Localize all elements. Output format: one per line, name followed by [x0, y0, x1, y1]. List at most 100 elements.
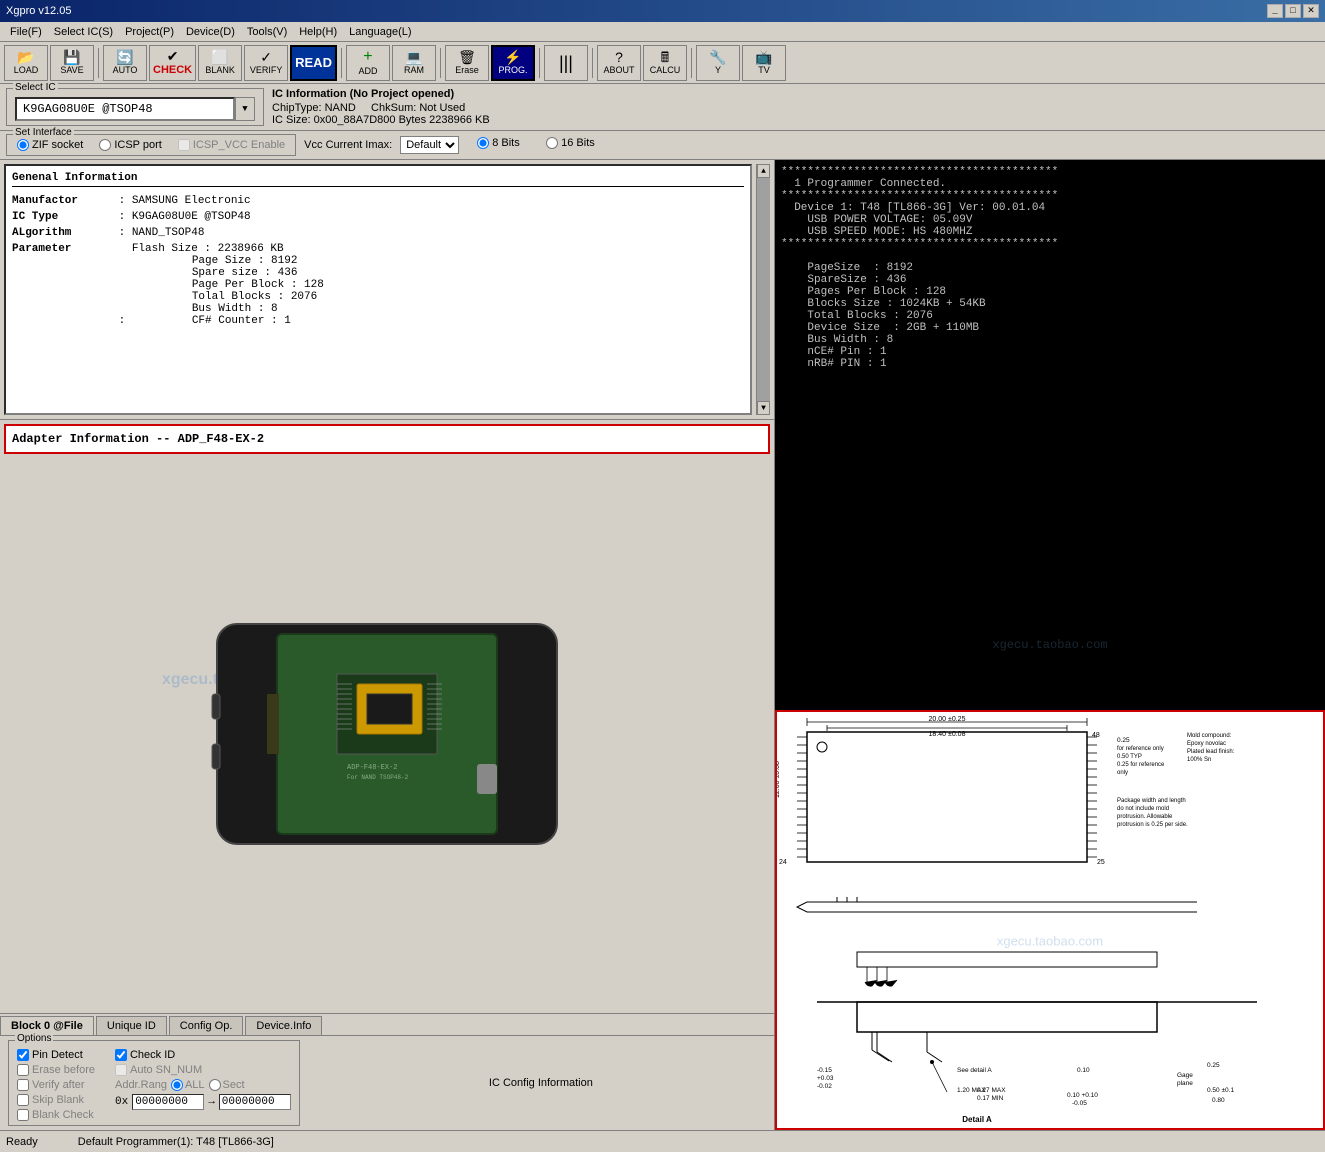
addr-all-label[interactable]: ALL [171, 1079, 205, 1091]
svg-text:for reference only: for reference only [1117, 746, 1164, 752]
verify-after-label[interactable]: Verify after [17, 1079, 95, 1091]
check-id-label[interactable]: Check ID [115, 1049, 291, 1061]
blank-button[interactable]: ⬜ BLANK [198, 45, 242, 81]
parameter-row: Parameter : Flash Size : 2238966 KB Page… [12, 243, 744, 327]
toolbar: 📂 LOAD 💾 SAVE 🔄 AUTO ✔ CHECK ⬜ BLANK ✓ V… [0, 42, 1325, 84]
app-title: Xgpro v12.05 [6, 5, 71, 17]
scroll-up[interactable]: ▲ [757, 164, 770, 178]
zif-socket-radio[interactable] [17, 139, 29, 151]
load-button[interactable]: 📂 LOAD [4, 45, 48, 81]
auto-sn-checkbox[interactable] [115, 1064, 127, 1076]
scroll-thumb[interactable] [757, 178, 770, 401]
vcc-dropdown[interactable]: Default [400, 136, 459, 154]
ic-config-label-area: IC Config Information [316, 1040, 766, 1126]
ic-info-title: IC Information (No Project opened) [272, 88, 1319, 100]
check-id-checkbox[interactable] [115, 1049, 127, 1061]
about-icon: ? [615, 50, 623, 64]
tv-button[interactable]: 📺 TV [742, 45, 786, 81]
pin-detect-checkbox[interactable] [17, 1049, 29, 1061]
16bit-radio[interactable] [546, 137, 558, 149]
svg-text:24: 24 [779, 859, 787, 866]
menu-bar: File(F) Select IC(S) Project(P) Device(D… [0, 22, 1325, 42]
tab-unique-id[interactable]: Unique ID [96, 1016, 167, 1035]
menu-project[interactable]: Project(P) [119, 24, 180, 40]
menu-file[interactable]: File(F) [4, 24, 48, 40]
icsp-vcc-label[interactable]: ICSP_VCC Enable [178, 139, 285, 151]
addr-all-radio[interactable] [171, 1079, 183, 1091]
icsp-port-radio[interactable] [99, 139, 111, 151]
diagram-svg: 20.00 ±0.25 18.40 ±0.08 48 12.00 ±0.08 [777, 712, 1325, 1130]
adapter-info-box: Adapter Information -- ADP_F48-EX-2 [4, 424, 770, 454]
svg-text:Mold compound:: Mold compound: [1187, 733, 1232, 739]
menu-select-ic[interactable]: Select IC(S) [48, 24, 119, 40]
auto-button[interactable]: 🔄 AUTO [103, 45, 147, 81]
right-pins [1087, 737, 1097, 857]
prog-button[interactable]: ⚡ PROG. [491, 45, 535, 81]
skip-blank-label[interactable]: Skip Blank [17, 1094, 95, 1106]
icsp-vcc-checkbox[interactable] [178, 139, 190, 151]
diagram-overlay: xgecu.taobao.com 20.00 ±0.25 18.40 ±0.08 [775, 710, 1325, 1130]
extra-icon: 🔧 [709, 50, 726, 64]
skip-blank-checkbox[interactable] [17, 1094, 29, 1106]
maximize-button[interactable]: □ [1285, 4, 1301, 18]
pin-detect-label[interactable]: Pin Detect [17, 1049, 95, 1061]
tab-device-info[interactable]: Device.Info [245, 1016, 322, 1035]
8bit-label[interactable]: 8 Bits [477, 137, 520, 149]
scroll-down[interactable]: ▼ [757, 401, 770, 415]
save-button[interactable]: 💾 SAVE [50, 45, 94, 81]
blank-check-checkbox[interactable] [17, 1109, 29, 1121]
ic-name-display: K9GAG08U0E @TSOP48 [15, 97, 235, 121]
tab-config-op[interactable]: Config Op. [169, 1016, 244, 1035]
icsp-port-label[interactable]: ICSP port [99, 139, 162, 151]
toolbar-separator-4 [539, 48, 540, 78]
interface-row: Set Interface ZIF socket ICSP port ICSP_… [0, 131, 1325, 160]
calcu-button[interactable]: 🖩 CALCU [643, 45, 687, 81]
toolbar-separator-3 [440, 48, 441, 78]
verify-button[interactable]: ✓ VERIFY [244, 45, 288, 81]
erase-button[interactable]: 🗑 Erase [445, 45, 489, 81]
verify-after-checkbox[interactable] [17, 1079, 29, 1091]
about-button[interactable]: ? ABOUT [597, 45, 641, 81]
ic-dropdown-arrow[interactable]: ▼ [235, 97, 255, 121]
ic-config-label: IC Config Information [489, 1077, 593, 1089]
svg-text:0.50 ±0.1: 0.50 ±0.1 [1207, 1087, 1234, 1094]
8bit-radio[interactable] [477, 137, 489, 149]
read-button[interactable]: READ [290, 45, 337, 81]
menu-help[interactable]: Help(H) [293, 24, 343, 40]
terminal-line-6: USB SPEED MODE: HS 480MHZ [781, 226, 1319, 238]
minimize-button[interactable]: _ [1267, 4, 1283, 18]
check-button[interactable]: ✔ CHECK [149, 45, 196, 81]
extra-button[interactable]: 🔧 Y [696, 45, 740, 81]
add-button[interactable]: + ADD [346, 45, 390, 81]
svg-text:protrusion. Allowable: protrusion. Allowable [1117, 814, 1173, 820]
addr-to-input[interactable] [219, 1094, 291, 1110]
auto-sn-label[interactable]: Auto SN_NUM [115, 1064, 291, 1076]
close-button[interactable]: ✕ [1303, 4, 1319, 18]
tv-icon: 📺 [755, 50, 772, 64]
barcode-button[interactable]: ||| [544, 45, 588, 81]
addr-from-input[interactable] [132, 1094, 204, 1110]
svg-text:Plated lead finish:: Plated lead finish: [1187, 749, 1235, 755]
menu-language[interactable]: Language(L) [343, 24, 417, 40]
erase-before-checkbox[interactable] [17, 1064, 29, 1076]
scrollbar-right[interactable]: ▲ ▼ [756, 164, 770, 415]
svg-text:do not include mold: do not include mold [1117, 806, 1169, 812]
16bit-label[interactable]: 16 Bits [546, 137, 595, 149]
options-col-1: Pin Detect Erase before Verify after [17, 1049, 95, 1121]
ram-button[interactable]: 💻 RAM [392, 45, 436, 81]
menu-tools[interactable]: Tools(V) [241, 24, 293, 40]
interface-label: Set Interface [13, 127, 74, 138]
main-content: Genenal Information Manufactor : SAMSUNG… [0, 160, 1325, 1130]
addr-sect-label[interactable]: Sect [209, 1079, 245, 1091]
erase-before-label[interactable]: Erase before [17, 1064, 95, 1076]
zif-socket-label[interactable]: ZIF socket [17, 139, 83, 151]
menu-device[interactable]: Device(D) [180, 24, 241, 40]
terminal-line-9: SpareSize : 436 [781, 274, 1319, 286]
svg-text:Detail A: Detail A [962, 1115, 992, 1124]
options-col-2: Check ID Auto SN_NUM Addr.Rang ALL [115, 1049, 291, 1121]
select-ic-group: Select IC K9GAG08U0E @TSOP48 ▼ [6, 88, 264, 126]
blank-check-label[interactable]: Blank Check [17, 1109, 95, 1121]
interface-group: Set Interface ZIF socket ICSP port ICSP_… [6, 134, 296, 156]
svg-text:0.25: 0.25 [1207, 1062, 1220, 1069]
addr-sect-radio[interactable] [209, 1079, 221, 1091]
